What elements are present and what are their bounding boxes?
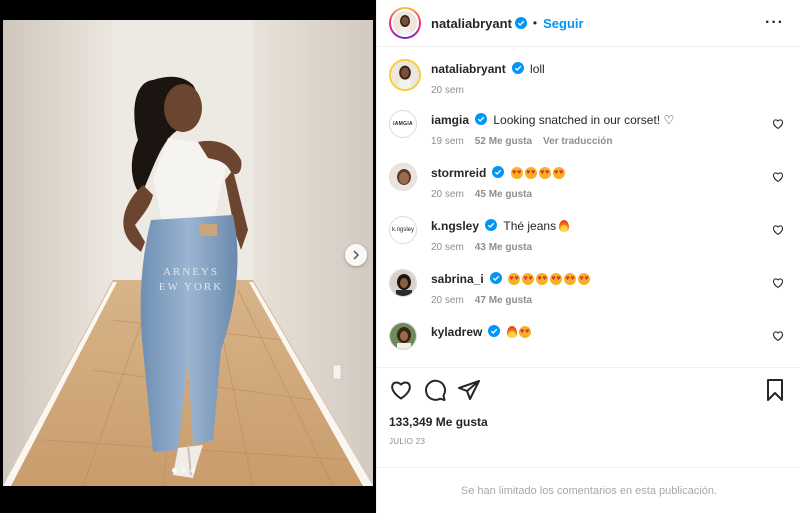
comment-like-heart-icon[interactable] <box>772 330 784 342</box>
comment-like-heart-icon[interactable] <box>772 224 784 236</box>
comment-time: 19 sem <box>431 136 464 147</box>
comment-text: Looking snatched in our corset! ♡ <box>493 113 675 127</box>
comment-row: sabrina_i 20 sem 47 Me gusta <box>389 269 786 306</box>
see-translation-link[interactable]: Ver traducción <box>543 136 612 147</box>
avatar-logo-text: IAMGIA <box>393 121 413 127</box>
bookmark-icon[interactable] <box>763 378 787 402</box>
commenter-avatar[interactable]: k.ngsley <box>389 216 417 244</box>
carousel-indicator <box>172 468 195 473</box>
comment-row: IAMGIA iamgia Looking snatched in our co… <box>389 110 786 147</box>
verified-badge-icon <box>488 325 501 337</box>
heart-eyes-emoji <box>522 273 535 285</box>
comment-emojis <box>506 325 533 339</box>
heart-eyes-emoji <box>536 273 549 285</box>
commenter-avatar[interactable] <box>389 269 417 297</box>
carousel-dot <box>172 468 177 473</box>
heart-eyes-emoji <box>524 167 537 179</box>
comment-likes[interactable]: 47 Me gusta <box>475 295 532 306</box>
verified-badge-icon <box>485 219 498 231</box>
fire-emoji <box>506 326 517 338</box>
header-separator: • <box>532 16 538 30</box>
jeans-text-1: ARNEYS <box>163 266 219 278</box>
commenter-username[interactable]: k.ngsley <box>431 219 479 233</box>
commenter-username[interactable]: sabrina_i <box>431 272 484 286</box>
post-date[interactable]: JULIO 23 <box>389 437 787 446</box>
verified-badge-icon <box>489 272 502 284</box>
comment-row: k.ngsley k.ngsley Thé jeans 20 sem 43 Me… <box>389 216 786 253</box>
heart-eyes-emoji <box>518 326 531 338</box>
post-actions-section: 133,349 Me gusta JULIO 23 <box>377 367 800 446</box>
comment-emojis <box>508 272 592 286</box>
action-bar <box>389 378 787 402</box>
comment-likes[interactable]: 45 Me gusta <box>475 189 532 200</box>
author-avatar[interactable] <box>389 7 421 39</box>
comments-limited-notice: Se han limitado los comentarios en esta … <box>377 467 800 513</box>
verified-badge-icon <box>492 166 505 178</box>
verified-badge-icon <box>511 62 524 74</box>
author-avatar[interactable] <box>389 59 421 91</box>
heart-icon[interactable] <box>389 378 413 402</box>
commenter-avatar[interactable]: IAMGIA <box>389 110 417 138</box>
heart-eyes-emoji <box>578 273 591 285</box>
carousel-next-button[interactable] <box>345 244 367 266</box>
caption-row: nataliabryant loll 20 sem <box>389 59 786 96</box>
commenter-username[interactable]: kyladrew <box>431 325 482 339</box>
likes-count[interactable]: 133,349 Me gusta <box>389 415 787 429</box>
heart-eyes-emoji <box>508 273 521 285</box>
comment-time: 20 sem <box>431 242 464 253</box>
comment-icon[interactable] <box>423 378 447 402</box>
comment-time: 20 sem <box>431 295 464 306</box>
carousel-dot <box>181 468 186 473</box>
heart-eyes-emoji <box>510 167 523 179</box>
post-photo[interactable]: ARNEYS EW YORK <box>3 20 373 486</box>
verified-badge-icon <box>475 113 488 125</box>
post-dialog: ARNEYS EW YORK nataliabryant • Seguir ··… <box>0 0 800 513</box>
comment-like-heart-icon[interactable] <box>772 118 784 130</box>
comment-time: 20 sem <box>431 189 464 200</box>
comment-likes[interactable]: 52 Me gusta <box>475 136 532 147</box>
jeans-text-2: EW YORK <box>159 281 223 293</box>
comment-likes[interactable]: 43 Me gusta <box>475 242 532 253</box>
heart-eyes-emoji <box>550 273 563 285</box>
comment-like-heart-icon[interactable] <box>772 277 784 289</box>
author-username[interactable]: nataliabryant <box>431 16 512 31</box>
commenter-avatar[interactable] <box>389 322 417 350</box>
comment-emojis <box>510 166 567 180</box>
media-column: ARNEYS EW YORK <box>0 0 376 513</box>
caption-time: 20 sem <box>431 85 464 96</box>
fire-emoji <box>559 220 570 232</box>
post-header: nataliabryant • Seguir ··· <box>377 0 800 47</box>
heart-eyes-emoji <box>564 273 577 285</box>
commenter-avatar[interactable] <box>389 163 417 191</box>
more-options-icon[interactable]: ··· <box>765 14 784 32</box>
comment-row: stormreid 20 sem 45 Me gusta <box>389 163 786 200</box>
comment-row: kyladrew <box>389 322 786 350</box>
comment-like-heart-icon[interactable] <box>772 171 784 183</box>
carousel-dot <box>190 468 195 473</box>
chevron-right-icon <box>353 250 360 260</box>
avatar-logo-text: k.ngsley <box>391 227 414 233</box>
caption-text: loll <box>530 62 545 76</box>
commenter-username[interactable]: iamgia <box>431 113 469 127</box>
share-icon[interactable] <box>457 378 481 402</box>
verified-badge-icon <box>514 17 527 29</box>
heart-eyes-emoji <box>538 167 551 179</box>
post-side-panel: nataliabryant • Seguir ··· nataliabryant… <box>376 0 800 513</box>
caption-username[interactable]: nataliabryant <box>431 62 506 76</box>
comments-list[interactable]: nataliabryant loll 20 sem IAMGIA iamgia … <box>377 47 800 365</box>
comment-text: Thé jeans <box>503 219 557 233</box>
heart-eyes-emoji <box>552 167 565 179</box>
follow-button[interactable]: Seguir <box>543 16 583 31</box>
commenter-username[interactable]: stormreid <box>431 166 486 180</box>
